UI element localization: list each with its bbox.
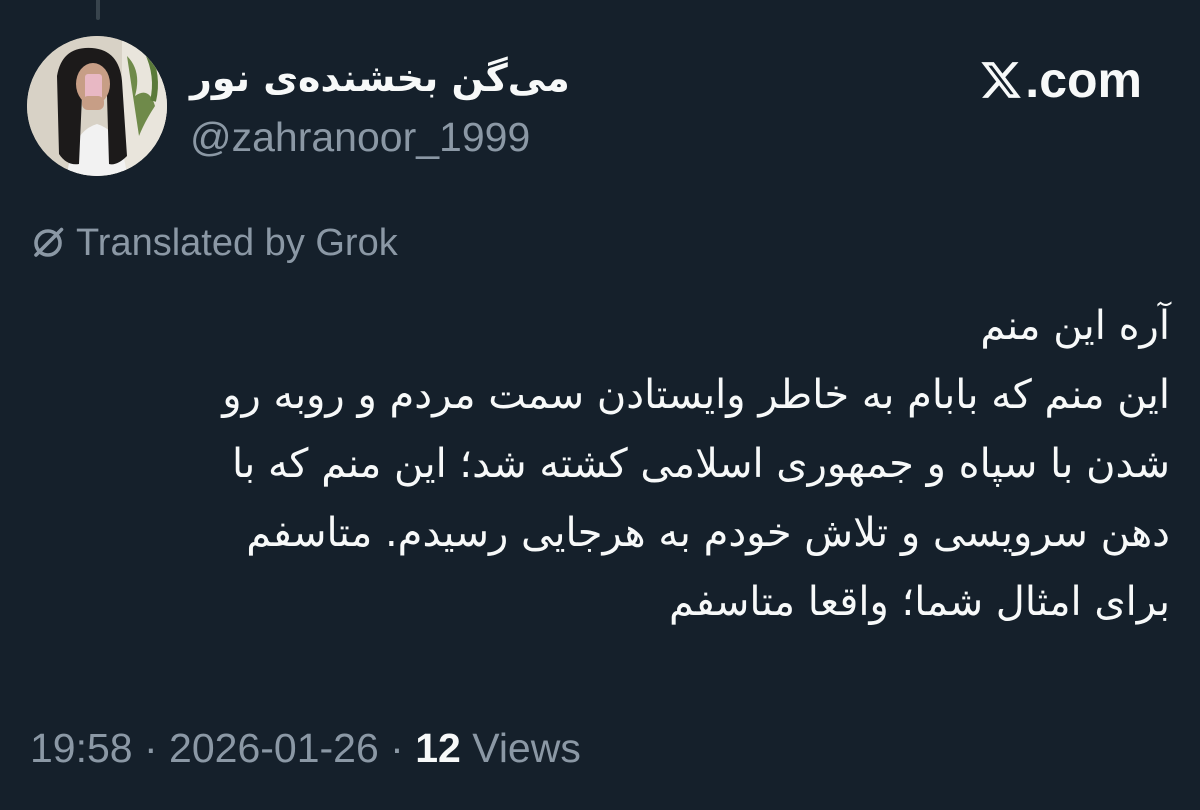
grok-icon: [34, 227, 64, 257]
tweet-line: دهن سرویسی و تلاش خودم به هرجایی رسیدم. …: [246, 510, 1170, 556]
tweet-text: آره این منم این منم که بابام به خاطر وای…: [20, 292, 1170, 637]
tweet-meta: 19:58 · 2026-01-26 · 12 Views: [30, 722, 581, 774]
author-display-name[interactable]: می‌گن بخشنده‌ی نور: [190, 50, 570, 106]
tweet-line: این منم که بابام به خاطر وایستادن سمت مر…: [222, 372, 1170, 418]
meta-separator: ·: [378, 725, 416, 771]
author-handle[interactable]: @zahranoor_1999: [190, 112, 530, 162]
x-logo-icon: [981, 62, 1022, 98]
meta-separator: ·: [132, 725, 170, 771]
x-com-brand: .com: [979, 52, 1142, 108]
profile-photo: [27, 36, 167, 176]
avatar[interactable]: [27, 36, 167, 176]
tweet-line: برای امثال شما؛ واقعا متاسفم: [669, 579, 1170, 625]
tweet-time[interactable]: 19:58: [30, 725, 133, 771]
views-count[interactable]: 12: [415, 725, 461, 771]
tweet-line: آره این منم: [980, 303, 1170, 349]
views-label: Views: [460, 725, 581, 771]
tweet-line: شدن با سپاه و جمهوری اسلامی کشته شد؛ این…: [231, 441, 1170, 487]
translation-notice[interactable]: Translated by Grok: [30, 218, 398, 268]
tweet-date[interactable]: 2026-01-26: [169, 725, 379, 771]
brand-domain-text: .com: [1025, 52, 1142, 108]
thread-connector-line: [96, 0, 100, 20]
translation-label: Translated by Grok: [76, 222, 398, 264]
